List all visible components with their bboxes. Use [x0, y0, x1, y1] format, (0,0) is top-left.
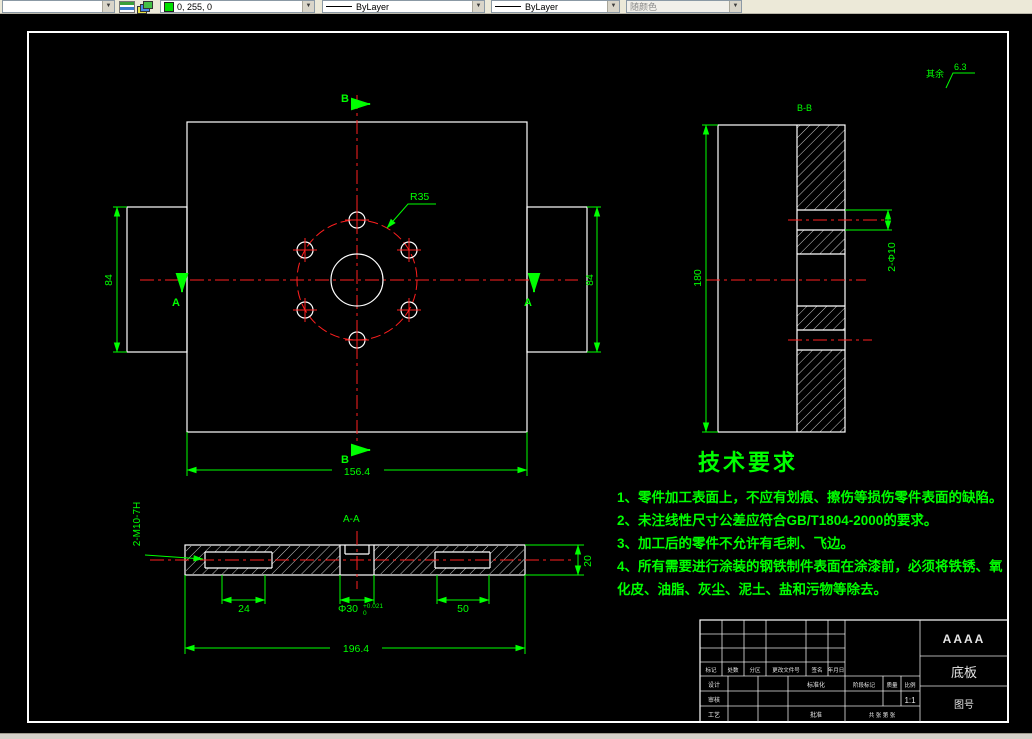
tb-rev-docno: 更改文件号 — [772, 666, 800, 674]
tech-requirements-list: 1、零件加工表面上，不应有划痕、擦伤等损伤零件表面的缺陷。 2、未注线性尺寸公差… — [617, 486, 1014, 601]
tb-checker: 审核 — [708, 696, 720, 704]
dim-phi30-tol-lower: 0 — [363, 610, 367, 617]
tb-stage-label: 阶段标记 — [853, 681, 876, 689]
tech-requirement-item: 3、加工后的零件不允许有毛刺、飞边。 — [617, 536, 855, 551]
lineweight-dropdown[interactable]: ByLayer ▼ — [491, 0, 620, 13]
layers-icon[interactable] — [137, 0, 153, 14]
dim-50: 50 — [457, 603, 469, 615]
tb-designer: 设计 — [708, 681, 720, 689]
plotstyle-dropdown[interactable]: 随颜色 ▼ — [626, 0, 742, 13]
dim-84-right: 84 — [584, 274, 596, 286]
color-swatch — [164, 1, 174, 12]
lineweight-dropdown-value: ByLayer — [525, 1, 559, 12]
tech-requirement-item: 1、零件加工表面上，不应有划痕、擦伤等损伤零件表面的缺陷。 — [617, 490, 1003, 505]
tech-requirement-item: 4、所有需要进行涂装的钢铁制件表面在涂漆前，必须将铁锈、氧化皮、油脂、灰尘、泥土… — [617, 559, 1003, 597]
section-aa-label: A-A — [343, 514, 360, 525]
title-block: 标记 处数 分区 更改文件号 签名 年月日 设计 审核 工艺 标准化 批准 阶段… — [699, 619, 1009, 723]
dim-180: 180 — [692, 269, 704, 287]
chevron-down-icon[interactable]: ▼ — [607, 1, 619, 12]
linetype-sample — [326, 6, 352, 7]
tb-mass-label: 质量 — [886, 681, 898, 689]
section-b-bottom-label: B — [341, 454, 349, 466]
tb-sheets-label: 共 张 第 张 — [869, 711, 896, 719]
lineweight-sample — [495, 6, 521, 7]
plotstyle-dropdown-value: 随颜色 — [630, 2, 658, 12]
linetype-dropdown[interactable]: ByLayer ▼ — [322, 0, 485, 13]
status-strip — [0, 733, 1032, 739]
front-view: R35 B B A A 84 84 156.4 — [103, 93, 601, 478]
dim-20: 20 — [582, 555, 594, 567]
tap-note-label: 2-M10-7H — [132, 502, 143, 546]
chevron-down-icon[interactable]: ▼ — [302, 1, 314, 12]
drawing-frame — [27, 31, 1009, 723]
tb-part-name: 底板 — [951, 665, 977, 680]
surface-roughness-symbol: 其余 6.3 — [926, 62, 975, 89]
layer-manager-icon[interactable] — [119, 0, 135, 13]
tb-rev-date: 年月日 — [828, 666, 845, 674]
side-section-view: B-B 180 2-Φ10 — [692, 103, 898, 433]
object-properties-toolbar: ▼ 0, 255, 0 ▼ ByLayer ▼ ByLayer ▼ 随颜色 ▼ — [0, 0, 1032, 14]
tb-rev-sign: 签名 — [811, 666, 822, 674]
tech-requirements-title: 技术要求 — [698, 450, 799, 475]
dim-2-phi10: 2-Φ10 — [886, 242, 898, 272]
color-dropdown-value: 0, 255, 0 — [177, 1, 213, 12]
linetype-dropdown-value: ByLayer — [356, 1, 390, 12]
layer-manager-glyph — [119, 0, 135, 13]
tb-scale-label: 比例 — [904, 681, 916, 689]
dim-24: 24 — [238, 603, 250, 615]
dim-84-left: 84 — [103, 274, 115, 286]
dim-156-4: 156.4 — [344, 466, 370, 478]
chevron-down-icon[interactable]: ▼ — [472, 1, 484, 12]
section-a-left-label: A — [172, 297, 180, 309]
tb-drawing-no: 图号 — [954, 699, 974, 711]
tb-rev-mark: 标记 — [705, 666, 717, 674]
bottom-section-view: A-A 2-M10-7H 24 Φ30 +0.021 0 50 196.4 20 — [132, 502, 594, 655]
tb-process: 工艺 — [708, 711, 720, 719]
tb-standardization: 标准化 — [807, 681, 825, 689]
section-bb-label: B-B — [797, 103, 812, 113]
dim-196-4: 196.4 — [343, 643, 369, 655]
section-b-top-label: B — [341, 93, 349, 105]
dim-phi30: Φ30 — [338, 603, 358, 615]
layers-glyph — [137, 0, 153, 14]
layer-dropdown[interactable]: ▼ — [2, 0, 115, 13]
tb-company: AAAA — [943, 632, 986, 646]
tb-rev-zone: 分区 — [749, 666, 761, 674]
tb-scale-value: 1:1 — [904, 696, 916, 705]
chevron-down-icon[interactable]: ▼ — [102, 1, 114, 12]
tech-requirement-item: 2、未注线性尺寸公差应符合GB/T1804-2000的要求。 — [617, 513, 938, 528]
tb-approver: 批准 — [810, 711, 822, 719]
drawing-area[interactable]: 其余 6.3 R35 B B A A 84 84 156.4 B-B 180 2… — [0, 14, 1032, 733]
section-a-right-label: A — [524, 297, 532, 309]
chevron-down-icon: ▼ — [729, 1, 741, 12]
tb-rev-count: 处数 — [727, 666, 739, 674]
surface-prefix-label: 其余 — [926, 68, 944, 79]
color-dropdown[interactable]: 0, 255, 0 ▼ — [160, 0, 315, 13]
drawing-svg: 其余 6.3 R35 B B A A 84 84 156.4 B-B 180 2… — [27, 31, 1009, 723]
dim-phi30-tol-upper: +0.021 — [363, 603, 383, 610]
surface-finish-label: 6.3 — [954, 62, 967, 72]
r35-label: R35 — [410, 191, 429, 203]
